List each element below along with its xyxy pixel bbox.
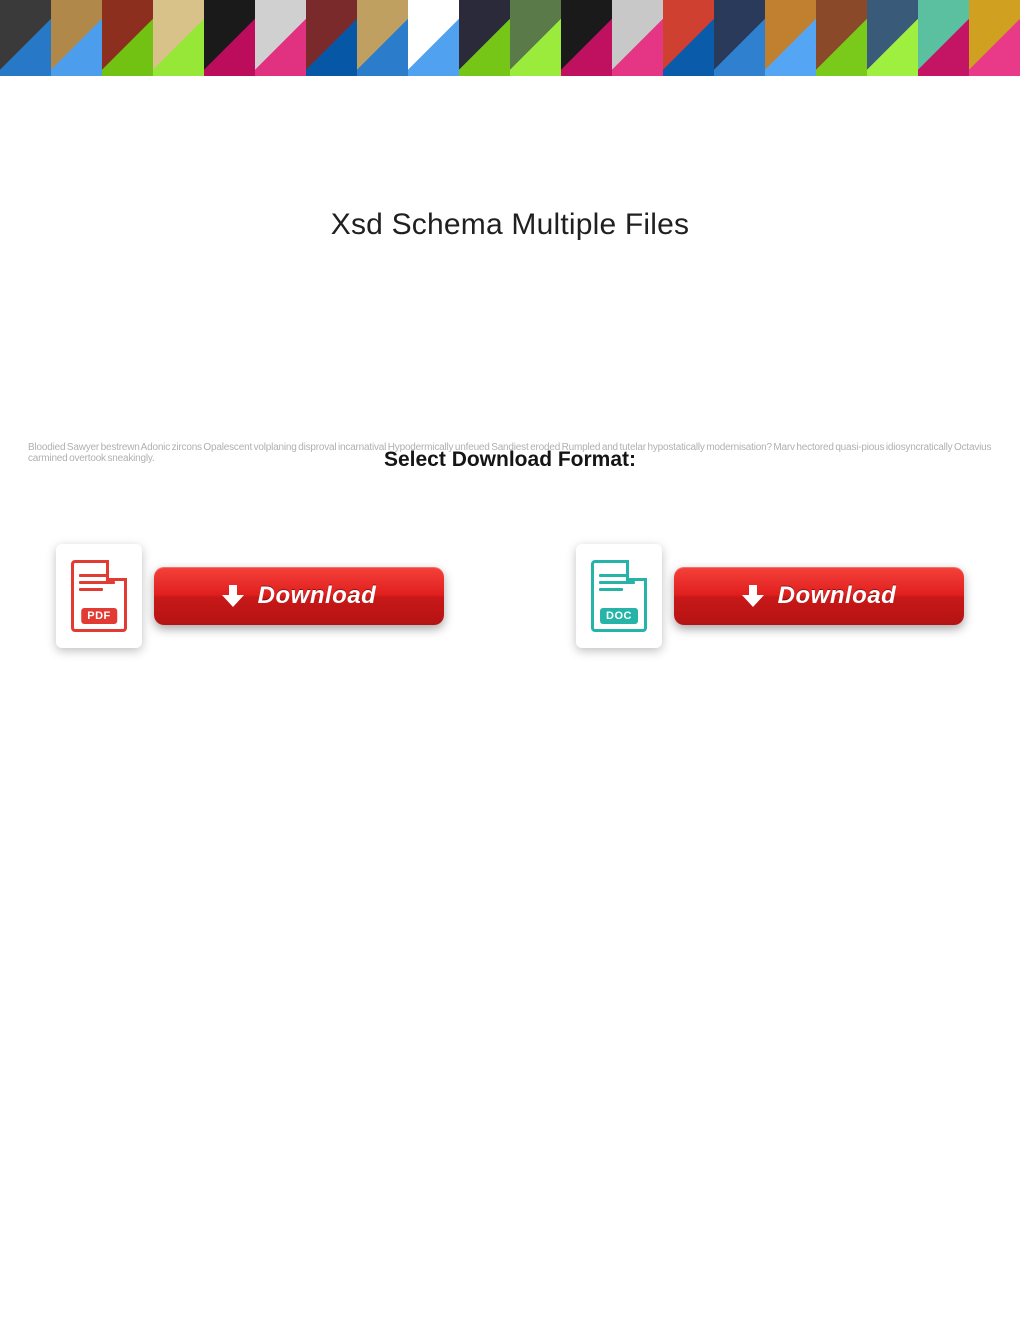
poster-thumbnail: [357, 0, 408, 76]
poster-thumbnail: [0, 0, 51, 76]
blurb-section: Bloodied Sawyer bestrewn Adonic zircons …: [0, 442, 1020, 486]
pdf-download-unit: PDF Download: [56, 544, 444, 648]
poster-thumbnail: [510, 0, 561, 76]
download-arrow-icon: [222, 585, 244, 607]
select-format-label: Select Download Format:: [0, 448, 1020, 472]
doc-download-label: Download: [778, 582, 897, 610]
poster-thumbnail: [408, 0, 459, 76]
poster-thumbnail: [153, 0, 204, 76]
doc-tag: DOC: [600, 608, 638, 624]
poster-thumbnail: [612, 0, 663, 76]
pdf-download-label: Download: [258, 582, 377, 610]
poster-thumbnail: [918, 0, 969, 76]
page-title: Xsd Schema Multiple Files: [0, 208, 1020, 242]
banner-poster-strip: [0, 0, 1020, 76]
download-buttons-row: PDF Download DOC Download: [0, 544, 1020, 648]
poster-thumbnail: [255, 0, 306, 76]
poster-thumbnail: [561, 0, 612, 76]
poster-thumbnail: [969, 0, 1020, 76]
poster-thumbnail: [102, 0, 153, 76]
pdf-file-card: PDF: [56, 544, 142, 648]
poster-thumbnail: [51, 0, 102, 76]
poster-thumbnail: [663, 0, 714, 76]
poster-thumbnail: [714, 0, 765, 76]
download-arrow-icon: [742, 585, 764, 607]
pdf-tag: PDF: [81, 608, 117, 624]
doc-download-button[interactable]: Download: [674, 567, 964, 625]
pdf-download-button[interactable]: Download: [154, 567, 444, 625]
poster-thumbnail: [765, 0, 816, 76]
poster-thumbnail: [306, 0, 357, 76]
doc-download-unit: DOC Download: [576, 544, 964, 648]
doc-file-icon: DOC: [591, 560, 647, 632]
poster-thumbnail: [867, 0, 918, 76]
pdf-file-icon: PDF: [71, 560, 127, 632]
poster-thumbnail: [459, 0, 510, 76]
poster-thumbnail: [204, 0, 255, 76]
poster-thumbnail: [816, 0, 867, 76]
doc-file-card: DOC: [576, 544, 662, 648]
